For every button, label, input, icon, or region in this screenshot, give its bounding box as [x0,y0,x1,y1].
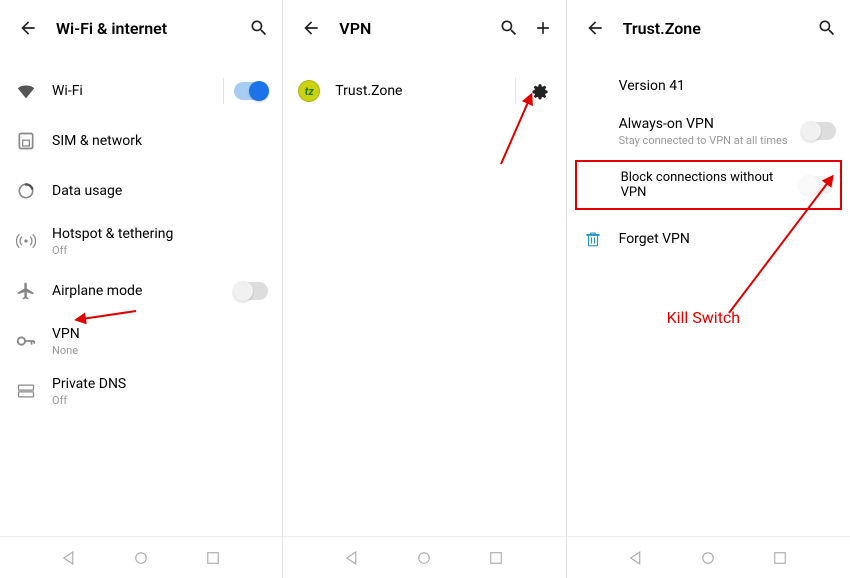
settings-vpn-panel: VPN tz Trust.Zone [283,0,566,578]
nav-home-button[interactable] [132,549,150,567]
search-icon [499,18,519,38]
add-vpn-button[interactable] [526,11,560,45]
wifi-row[interactable]: Wi-Fi [0,66,282,116]
block-connections-row[interactable]: Block connections without VPN [575,160,842,210]
page-title: Wi-Fi & internet [56,19,242,38]
data-usage-icon [14,179,38,203]
vpn-row[interactable]: VPN None [0,316,282,366]
plus-icon [533,18,553,38]
nav-bar [567,536,850,578]
always-on-toggle[interactable] [802,122,836,140]
header: Trust.Zone [567,0,850,56]
forget-vpn-label: Forget VPN [619,231,836,247]
vpn-entry-settings-button[interactable] [526,78,552,104]
sim-label: SIM & network [52,133,268,149]
hotspot-row[interactable]: Hotspot & tethering Off [0,216,282,266]
back-button[interactable] [14,14,42,42]
back-arrow-icon [585,18,605,38]
block-connections-label: Block connections without VPN [621,170,800,200]
header: Wi-Fi & internet [0,0,282,56]
hotspot-sub: Off [52,244,268,257]
nav-bar [283,536,565,578]
wifi-label: Wi-Fi [52,83,213,99]
nav-recent-button[interactable] [771,549,789,567]
settings-wifi-internet-panel: Wi-Fi & internet Wi-Fi SIM & n [0,0,283,578]
wifi-icon [14,79,38,103]
nav-recent-button[interactable] [204,549,222,567]
sim-icon [14,129,38,153]
vpn-detail-list: Version 41 Always-on VPN Stay connected … [567,56,850,536]
separator [515,78,516,104]
nav-bar [0,536,282,578]
vpn-sub: None [52,344,268,357]
gear-icon [528,80,550,102]
version-row: Version 41 [567,66,850,106]
hotspot-icon [14,229,38,253]
back-arrow-icon [301,18,321,38]
data-usage-label: Data usage [52,183,268,199]
vpn-entry-trustzone[interactable]: tz Trust.Zone [283,66,565,116]
vpn-key-icon [14,329,38,353]
search-button[interactable] [242,11,276,45]
vpn-entry-name: Trust.Zone [335,83,504,99]
back-arrow-icon [18,18,38,38]
back-button[interactable] [297,14,325,42]
airplane-row[interactable]: Airplane mode [0,266,282,316]
forget-vpn-row[interactable]: Forget VPN [567,214,850,264]
page-title: VPN [339,19,491,38]
nav-home-button[interactable] [415,549,433,567]
vpn-list: tz Trust.Zone [283,56,565,536]
always-on-label: Always-on VPN [619,116,802,132]
vpn-label: VPN [52,326,268,342]
dns-sub: Off [52,394,268,407]
airplane-label: Airplane mode [52,283,234,299]
nav-back-button[interactable] [343,549,361,567]
search-button[interactable] [810,11,844,45]
data-usage-row[interactable]: Data usage [0,166,282,216]
version-label: Version 41 [619,78,836,94]
search-icon [249,18,269,38]
trustzone-app-icon: tz [297,79,321,103]
nav-back-button[interactable] [627,549,645,567]
nav-back-button[interactable] [60,549,78,567]
wifi-toggle[interactable] [234,82,268,100]
trash-icon [581,227,605,251]
hotspot-label: Hotspot & tethering [52,226,268,242]
nav-home-button[interactable] [699,549,717,567]
header: VPN [283,0,565,56]
airplane-icon [14,279,38,303]
dns-label: Private DNS [52,376,268,392]
nav-recent-button[interactable] [487,549,505,567]
separator [223,78,224,104]
sim-network-row[interactable]: SIM & network [0,116,282,166]
private-dns-row[interactable]: Private DNS Off [0,366,282,416]
back-button[interactable] [581,14,609,42]
search-button[interactable] [492,11,526,45]
always-on-sub: Stay connected to VPN at all times [619,134,802,147]
search-icon [817,18,837,38]
page-title: Trust.Zone [623,19,810,38]
airplane-toggle[interactable] [234,282,268,300]
dns-icon [14,379,38,403]
always-on-vpn-row[interactable]: Always-on VPN Stay connected to VPN at a… [567,106,850,156]
settings-vpn-detail-panel: Trust.Zone Version 41 Always-on VPN Stay… [567,0,850,578]
block-connections-toggle[interactable] [800,176,834,194]
settings-list: Wi-Fi SIM & network Data usage [0,56,282,536]
